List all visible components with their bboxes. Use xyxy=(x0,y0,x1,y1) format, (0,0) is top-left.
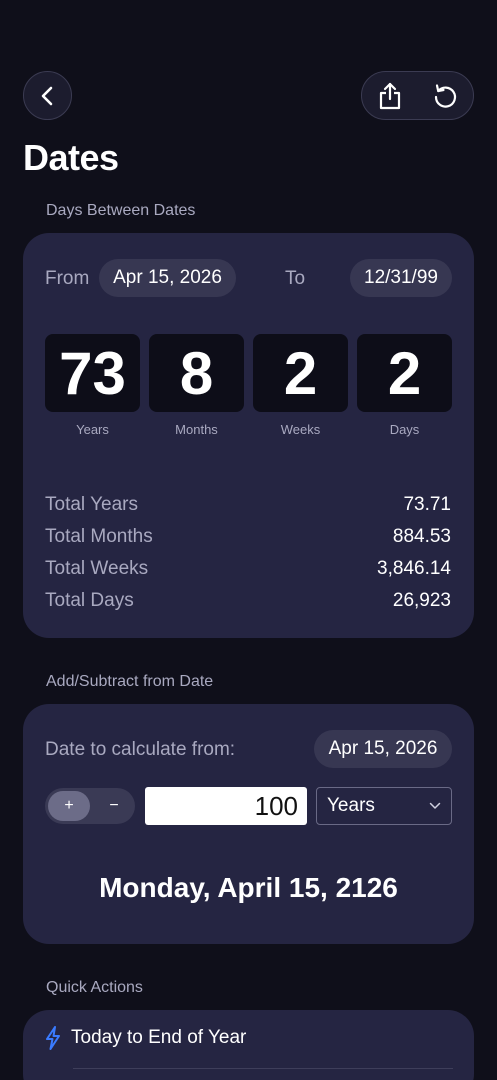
quick-actions-card: Today to End of Year xyxy=(23,1010,474,1080)
years-count: 73 xyxy=(45,334,140,412)
unit-select[interactable]: Years xyxy=(316,787,452,825)
calculate-date-picker[interactable]: Apr 15, 2026 xyxy=(314,730,452,768)
chevron-down-icon xyxy=(429,802,441,809)
weeks-caption: Weeks xyxy=(280,422,321,437)
share-button[interactable] xyxy=(370,76,410,116)
total-years-row: Total Years 73.71 xyxy=(45,492,451,518)
amount-input[interactable] xyxy=(145,787,307,825)
lightning-bolt-icon xyxy=(46,1026,60,1050)
total-days-row: Total Days 26,923 xyxy=(45,588,451,614)
back-button[interactable] xyxy=(23,71,72,120)
months-caption: Months xyxy=(175,422,218,437)
days-caption: Days xyxy=(389,422,420,437)
total-value: 884.53 xyxy=(392,526,451,547)
total-label: Total Months xyxy=(45,526,153,547)
to-label: To xyxy=(285,268,306,289)
total-weeks-row: Total Weeks 3,846.14 xyxy=(45,556,451,582)
quick-action-today-to-end-of-year[interactable]: Today to End of Year xyxy=(45,1026,246,1050)
chevron-left-icon xyxy=(41,86,52,105)
page-title: Dates xyxy=(23,137,119,178)
from-label: From xyxy=(45,268,90,289)
days-between-section-label: Days Between Dates xyxy=(46,202,196,219)
to-date-picker[interactable]: 12/31/99 xyxy=(350,259,452,297)
calculated-date-result: Monday, April 15, 2126 xyxy=(99,872,398,903)
rotate-ccw-icon xyxy=(435,83,457,108)
total-value: 3,846.14 xyxy=(377,558,451,579)
quick-action-label: Today to End of Year xyxy=(71,1027,247,1048)
dates-screen: Dates Days Between Dates From Apr 15, 20… xyxy=(0,0,497,1080)
days-between-card: From Apr 15, 2026 To 12/31/99 73 8 2 2 Y… xyxy=(23,233,474,638)
add-subtract-card: Date to calculate from: Apr 15, 2026 + −… xyxy=(23,704,474,944)
date-to-calculate-label: Date to calculate from: xyxy=(45,739,236,760)
subtract-option[interactable]: − xyxy=(93,791,135,821)
total-value: 26,923 xyxy=(392,590,451,611)
quick-actions-section-label: Quick Actions xyxy=(46,979,143,996)
divider xyxy=(73,1068,453,1069)
days-count: 2 xyxy=(357,334,452,412)
add-subtract-section-label: Add/Subtract from Date xyxy=(46,673,214,690)
months-count: 8 xyxy=(149,334,244,412)
add-option[interactable]: + xyxy=(48,791,90,821)
total-label: Total Years xyxy=(45,494,138,515)
from-date-picker[interactable]: Apr 15, 2026 xyxy=(99,259,236,297)
years-caption: Years xyxy=(76,422,109,437)
unit-select-value: Years xyxy=(327,795,375,816)
total-months-row: Total Months 884.53 xyxy=(45,524,451,550)
weeks-count: 2 xyxy=(253,334,348,412)
total-label: Total Weeks xyxy=(45,558,149,579)
reset-button[interactable] xyxy=(425,76,465,116)
total-label: Total Days xyxy=(45,590,134,611)
add-subtract-toggle: + − xyxy=(45,788,135,824)
total-value: 73.71 xyxy=(403,494,451,515)
share-icon xyxy=(379,82,400,109)
header-actions xyxy=(361,71,474,120)
